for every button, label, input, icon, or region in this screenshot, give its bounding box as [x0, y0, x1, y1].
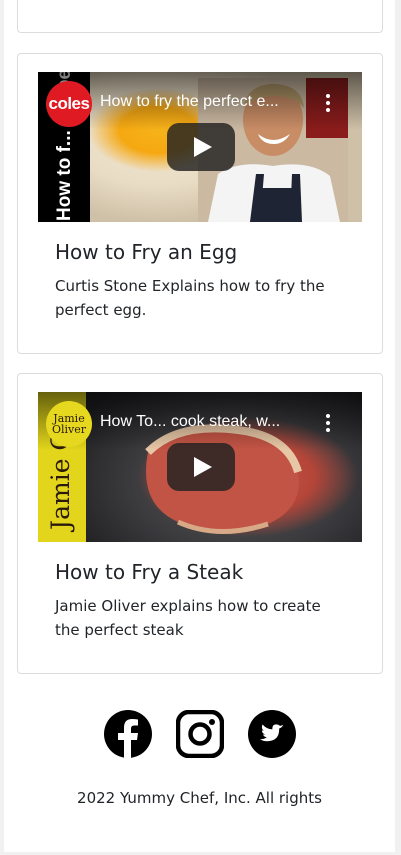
card-description: Curtis Stone Explains how to fry the per…: [55, 277, 325, 319]
play-button[interactable]: [167, 123, 235, 171]
video-title[interactable]: How to fry the perfect e...: [100, 93, 322, 111]
facebook-icon[interactable]: [104, 710, 152, 758]
video-card-egg: How to f... the perfect coles How to fry…: [17, 53, 383, 354]
page: How to f... the perfect coles How to fry…: [4, 0, 395, 852]
card-title: How to Fry an Egg: [55, 240, 238, 264]
channel-logo[interactable]: Jamie Oliver: [46, 401, 92, 447]
card-title: How to Fry a Steak: [55, 560, 244, 584]
more-options-icon[interactable]: [326, 94, 330, 112]
more-options-icon[interactable]: [326, 414, 330, 432]
video-card-steak: Jamie O Jamie Oliver How To... cook stea…: [17, 373, 383, 674]
play-button[interactable]: [167, 443, 235, 491]
video-embed-egg[interactable]: How to f... the perfect coles How to fry…: [38, 72, 362, 222]
twitter-icon[interactable]: [248, 710, 296, 758]
video-title[interactable]: How To... cook steak, w...: [100, 413, 322, 431]
channel-logo[interactable]: coles: [46, 81, 92, 127]
video-embed-steak[interactable]: Jamie O Jamie Oliver How To... cook stea…: [38, 392, 362, 542]
card-description: Jamie Oliver explains how to create the …: [55, 597, 321, 639]
footer-copyright: 2022 Yummy Chef, Inc. All rights: [77, 789, 322, 807]
previous-card: [17, 0, 383, 33]
instagram-icon[interactable]: [175, 709, 225, 759]
social-links: [104, 709, 300, 759]
